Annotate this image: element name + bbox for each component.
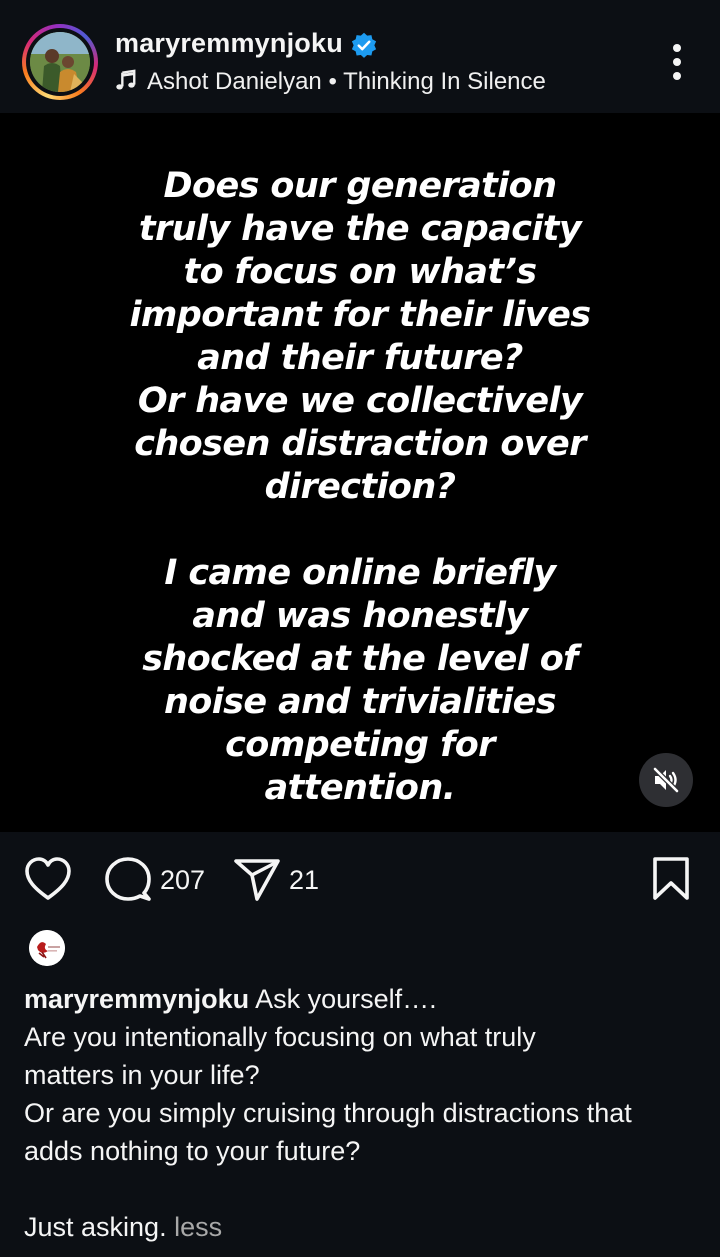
story-text-line: Does our generation — [163, 166, 557, 206]
post-actions: 207 21 — [0, 833, 720, 928]
audio-title: Thinking In Silence — [343, 68, 546, 95]
profile-avatar[interactable] — [22, 24, 98, 100]
story-text-line: shocked at the level of — [142, 639, 578, 679]
verified-badge-icon — [351, 32, 377, 58]
post-media[interactable]: Does our generation truly have the capaci… — [0, 113, 720, 832]
caption-line: matters in your life? — [24, 1060, 260, 1090]
story-blank-line — [110, 509, 610, 552]
story-text-line: I came online briefly — [164, 553, 556, 593]
caption-username[interactable]: maryremmynjoku — [24, 984, 249, 1014]
avatar-image — [30, 32, 90, 92]
story-text-line: competing for — [225, 725, 495, 765]
story-text-line: Or have we collectively — [137, 381, 583, 421]
story-text-line: and their future? — [197, 338, 523, 378]
heart-icon[interactable] — [24, 855, 72, 905]
audio-artist: Ashot Danielyan — [147, 68, 322, 95]
caption-text: Ask yourself…. — [255, 984, 437, 1014]
story-text-line: attention. — [264, 768, 456, 808]
audio-separator: • — [328, 68, 337, 95]
comment-bubble-icon[interactable] — [104, 855, 152, 905]
caption-last-line: Just asking. less — [24, 1208, 704, 1246]
post-username[interactable]: maryremmynjoku — [115, 28, 343, 59]
mute-toggle-button[interactable] — [639, 753, 693, 807]
bookmark-icon[interactable] — [650, 855, 692, 905]
share-count[interactable]: 21 — [289, 865, 319, 896]
more-options-icon[interactable] — [660, 40, 694, 84]
story-text-line: important for their lives — [129, 295, 592, 335]
share-send-icon[interactable] — [233, 855, 281, 905]
caption-line: Or are you simply cruising through distr… — [24, 1098, 632, 1128]
audio-attribution[interactable]: Ashot Danielyan • Thinking In Silence — [115, 68, 546, 96]
story-text-line: truly have the capacity — [138, 209, 582, 249]
liked-by-avatar[interactable] — [29, 930, 65, 966]
story-text-line: direction? — [264, 467, 456, 507]
post-header: maryremmynjoku Ashot Danielyan • Thinkin… — [0, 0, 720, 112]
story-text-line: and was honestly — [192, 596, 528, 636]
post-caption: maryremmynjoku Ask yourself…. Are you in… — [24, 980, 704, 1246]
story-text-line: to focus on what’s — [183, 252, 538, 292]
caption-text: Just asking. — [24, 1212, 167, 1242]
caption-first-line: maryremmynjoku Ask yourself…. — [24, 980, 704, 1018]
music-note-icon — [116, 69, 136, 90]
comment-count[interactable]: 207 — [160, 865, 205, 896]
story-text: Does our generation truly have the capaci… — [110, 165, 610, 810]
story-text-line: chosen distraction over — [134, 424, 586, 464]
story-text-line: noise and trivialities — [163, 682, 557, 722]
caption-line: adds nothing to your future? — [24, 1136, 361, 1166]
caption-less-link[interactable]: less — [174, 1212, 222, 1242]
caption-line: Are you intentionally focusing on what t… — [24, 1022, 536, 1052]
muted-speaker-icon — [652, 766, 680, 794]
